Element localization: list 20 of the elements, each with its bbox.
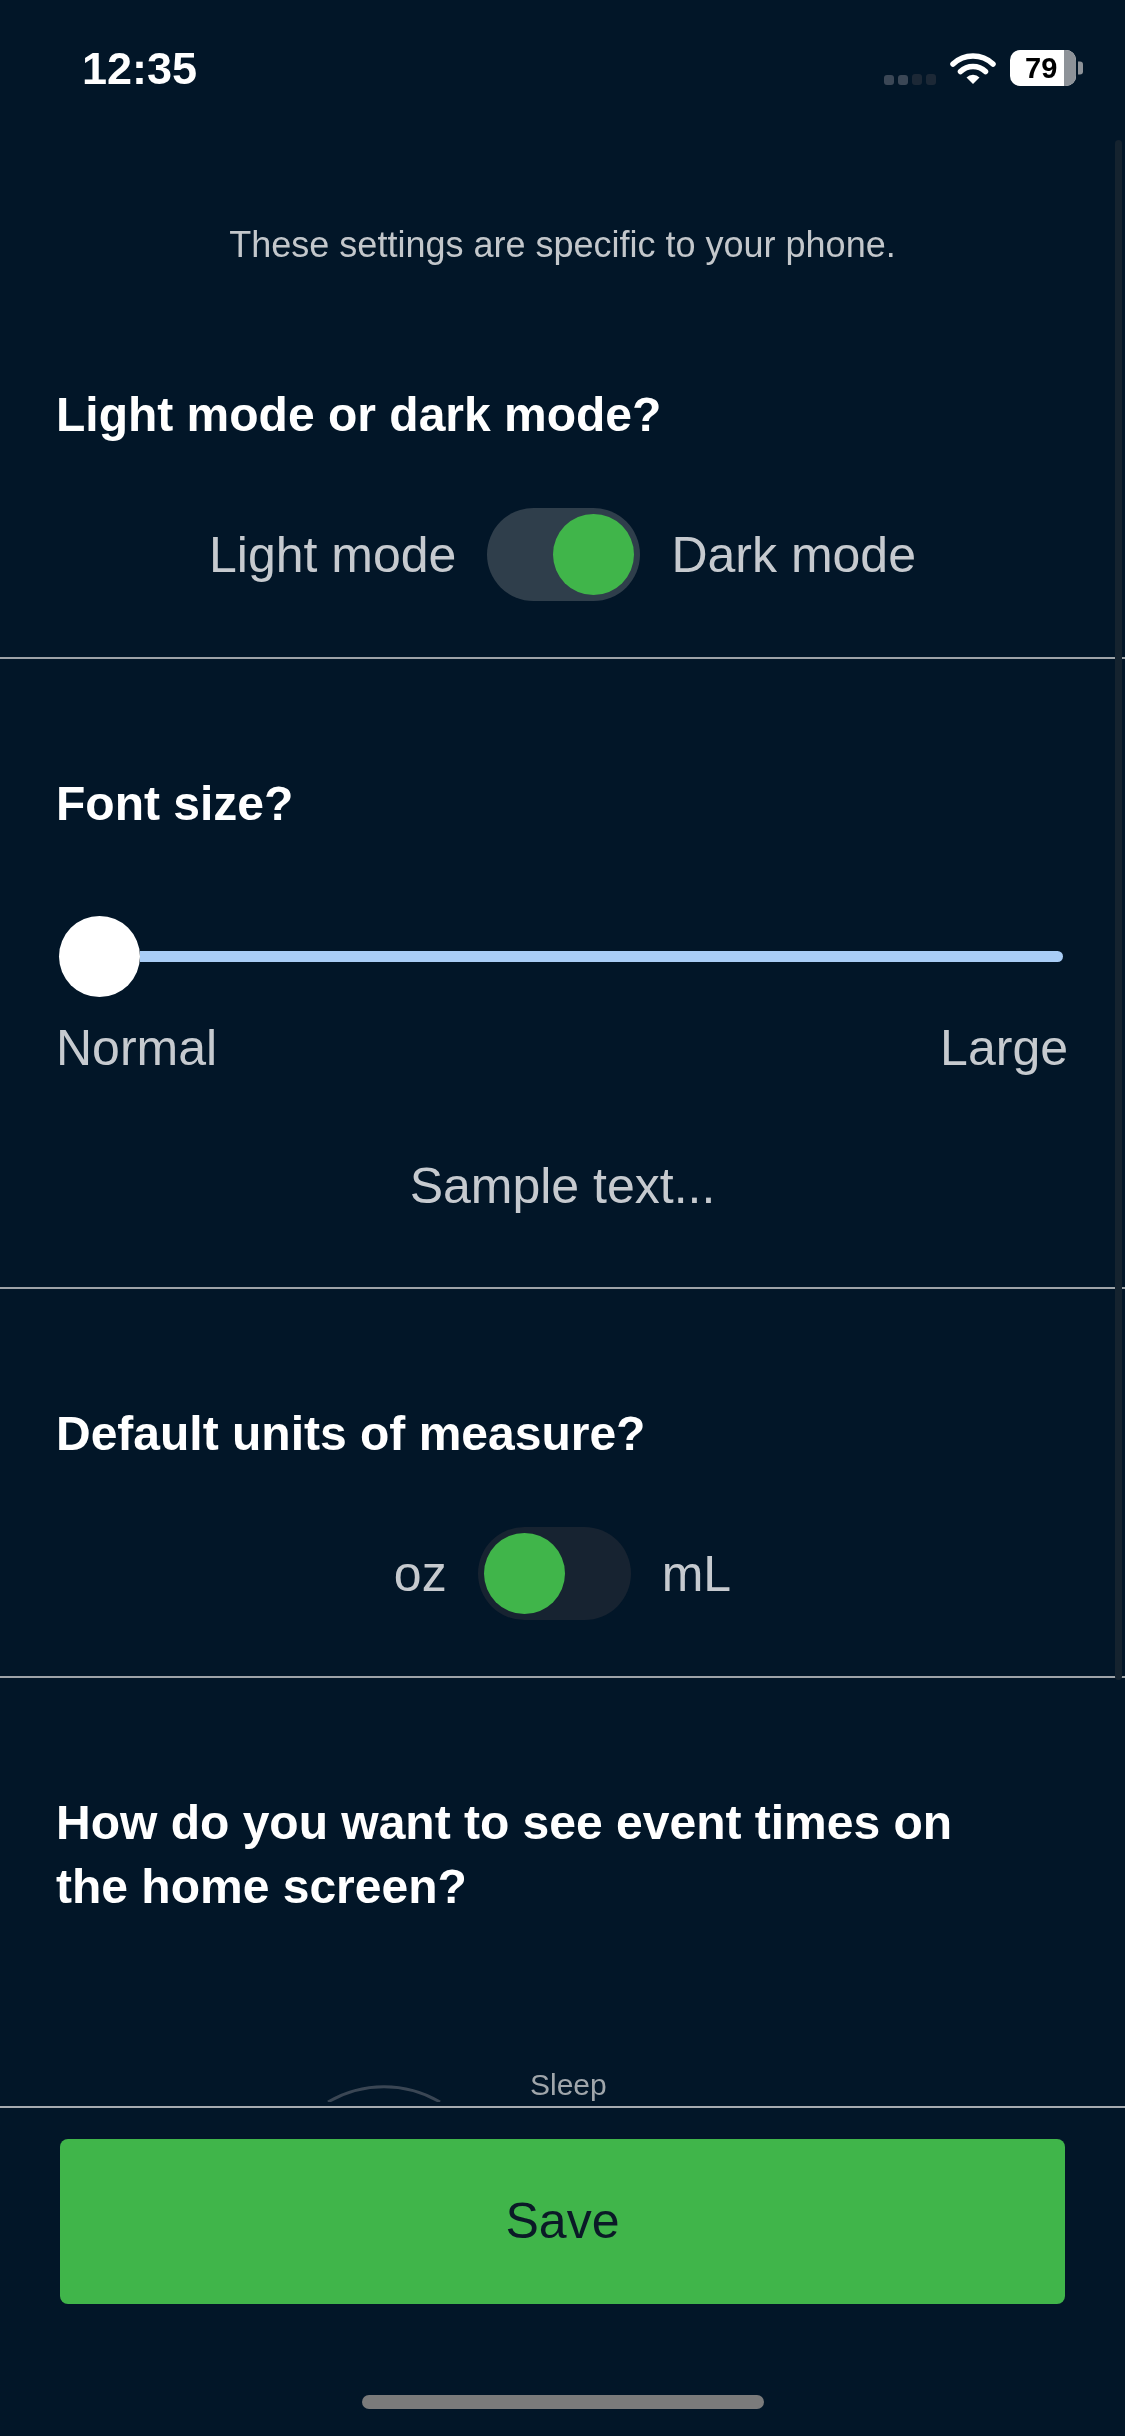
min-label: Normal bbox=[56, 1019, 218, 1077]
battery-icon bbox=[1010, 50, 1083, 86]
section-heading: Font size? bbox=[56, 776, 294, 832]
battery-percentage: 79 bbox=[1025, 54, 1058, 82]
section-heading: Light mode or dark mode? bbox=[56, 387, 662, 443]
option-label: oz bbox=[393, 1544, 447, 1603]
sample-text: Sample text... bbox=[409, 1157, 716, 1215]
save-button[interactable]: Save bbox=[60, 2139, 1065, 2304]
option-label: mL bbox=[661, 1544, 732, 1603]
option-label: Light mode bbox=[209, 525, 457, 584]
section-heading: Default units of measure? bbox=[56, 1406, 646, 1462]
intro-text: These settings are specific to your phone. bbox=[229, 223, 896, 266]
max-label: Large bbox=[940, 1019, 1068, 1077]
option-label: Dark mode bbox=[671, 525, 916, 584]
section-heading: How do you want to see event times on the home screen? bbox=[56, 1795, 954, 1915]
option-label: Sleep bbox=[530, 2068, 607, 2102]
slider-track[interactable] bbox=[140, 951, 1063, 962]
status-time: 12:35 bbox=[82, 45, 198, 91]
cellular-signal-icon bbox=[884, 73, 936, 85]
wifi-icon bbox=[950, 52, 996, 84]
